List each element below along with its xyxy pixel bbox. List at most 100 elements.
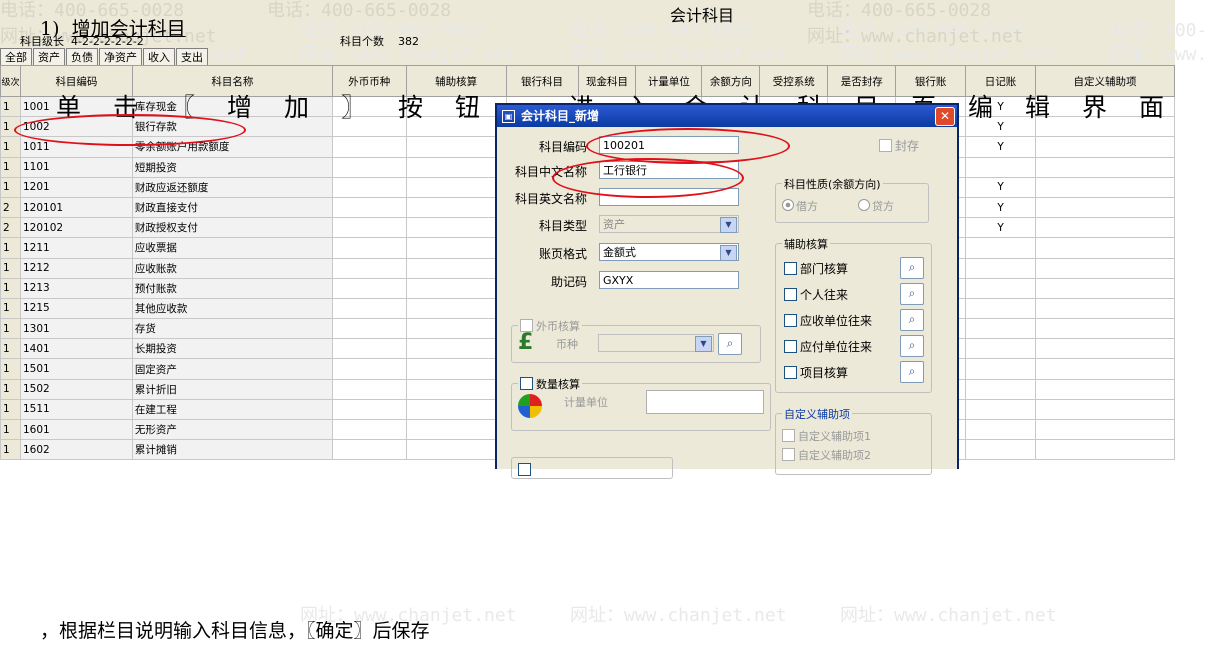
cn-name-input[interactable]: 工行银行 [599,161,739,179]
new-subject-dialog: ▣ 会计科目_新增 ✕ 科目编码 100201 封存 科目中文名称 工行银行 科… [495,103,959,479]
journal-cell [965,237,1037,259]
aux-group: 辅助核算 部门核算 ⌕ 个人往来 ⌕ 应收单位往来 ⌕ 应付单位往来 ⌕ 项目核算 ⌕ [775,236,932,393]
cell [1035,277,1175,299]
name-cell: 存货 [131,318,333,340]
aux-item[interactable]: 应收单位往来 [784,312,872,329]
cell [331,378,407,400]
custom-item-1[interactable]: 自定义辅助项1 [782,428,871,444]
credit-radio[interactable]: 贷方 [858,198,894,214]
journal-cell: Y [965,196,1037,219]
cell [1035,156,1175,178]
level-cell: 1 [0,318,21,340]
format-select[interactable]: 金额式 ▼ [599,243,739,261]
journal-cell [965,358,1037,380]
currency-select[interactable]: ▼ [598,334,714,352]
cell [331,217,407,239]
cell [331,176,407,198]
name-cell: 财政直接支付 [131,196,333,219]
checkbox-icon [784,340,797,353]
en-name-input[interactable] [599,188,739,206]
cell [1035,136,1175,158]
search-icon[interactable]: ⌕ [900,335,924,357]
type-label: 科目类型 [538,219,587,233]
cell [405,297,507,320]
column-header[interactable]: 级次 [0,65,21,97]
level-cell: 1 [0,297,21,320]
search-icon[interactable]: ⌕ [900,283,924,305]
custom-title: 自定义辅助项 [782,406,852,422]
instruction-char: 〖 [169,93,195,122]
level-cell: 1 [0,136,21,158]
dialog-title: 会计科目_新增 [521,109,600,123]
journal-cell [965,338,1037,360]
pie-chart-icon [518,394,542,418]
chevron-down-icon: ▼ [695,336,712,352]
checkbox-icon [784,366,797,379]
search-icon[interactable]: ⌕ [900,361,924,383]
aux-item-label: 部门核算 [800,262,849,276]
checkbox-icon [782,448,795,461]
tab-expense[interactable]: 支出 [176,48,208,66]
tab-income[interactable]: 收入 [143,48,175,66]
tab-all[interactable]: 全部 [0,48,32,66]
cell [331,237,407,259]
nature-title: 科目性质(余额方向) [782,176,883,192]
instruction-char: 〗 [340,93,366,122]
aux-item[interactable]: 部门核算 [784,260,848,277]
cell [331,418,407,441]
checkbox-icon [784,314,797,327]
journal-cell [965,257,1037,279]
section-heading: 1) 增加会计科目 [40,14,186,41]
dialog-titlebar[interactable]: ▣ 会计科目_新增 ✕ [497,105,957,127]
code-cell: 1502 [19,378,133,400]
category-tabs: 全部 资产 负债 净资产 收入 支出 [0,48,209,66]
debit-radio[interactable]: 借方 [782,198,818,214]
code-label: 科目编码 [538,140,587,154]
search-icon[interactable]: ⌕ [900,309,924,331]
aux-item-label: 个人往来 [800,288,849,302]
cell [405,338,507,360]
close-icon[interactable]: ✕ [935,107,955,126]
instruction-char: 按 [397,93,423,122]
mnemonic-input[interactable]: GXYX [599,271,739,289]
qty-title[interactable]: 数量核算 [518,376,582,392]
cell [405,156,507,178]
instruction-char: 单 [55,93,81,122]
name-cell: 其他应收款 [131,297,333,320]
tab-net-assets[interactable]: 净资产 [99,48,142,66]
unit-input[interactable] [646,390,764,414]
cell [405,398,507,421]
journal-cell [965,439,1037,461]
instruction-char: 击 [112,93,138,122]
window-icon: ▣ [502,110,515,123]
instruction-char: 面 [1138,93,1164,122]
code-cell: 1011 [19,136,133,158]
aux-item[interactable]: 应付单位往来 [784,338,872,355]
level-cell: 1 [0,338,21,360]
nature-group: 科目性质(余额方向) 借方 贷方 [775,176,929,223]
unit-label: 计量单位 [564,396,608,409]
aux-item[interactable]: 项目核算 [784,364,848,381]
tab-liabilities[interactable]: 负债 [66,48,98,66]
code-input[interactable]: 100201 [599,136,739,154]
custom-item-2[interactable]: 自定义辅助项2 [782,447,871,463]
name-cell: 在建工程 [131,398,333,421]
aux-item[interactable]: 个人往来 [784,286,848,303]
window-title: 会计科目 [670,6,735,25]
level-cell: 1 [0,176,21,198]
level-cell: 1 [0,378,21,400]
cell [1035,338,1175,360]
code-cell: 1601 [19,418,133,441]
search-icon[interactable]: ⌕ [718,333,742,355]
cell [1035,439,1175,461]
cell [405,378,507,400]
level-cell: 1 [0,156,21,178]
checkbox-icon[interactable] [518,463,531,476]
search-icon[interactable]: ⌕ [900,257,924,279]
seal-checkbox[interactable]: 封存 [879,137,919,154]
cell [405,196,507,219]
watermark: 网址：www.chanjet.net [840,605,1057,626]
tab-assets[interactable]: 资产 [33,48,65,66]
type-select[interactable]: 资产 ▼ [599,215,739,233]
instruction-char: 钮 [454,93,480,122]
